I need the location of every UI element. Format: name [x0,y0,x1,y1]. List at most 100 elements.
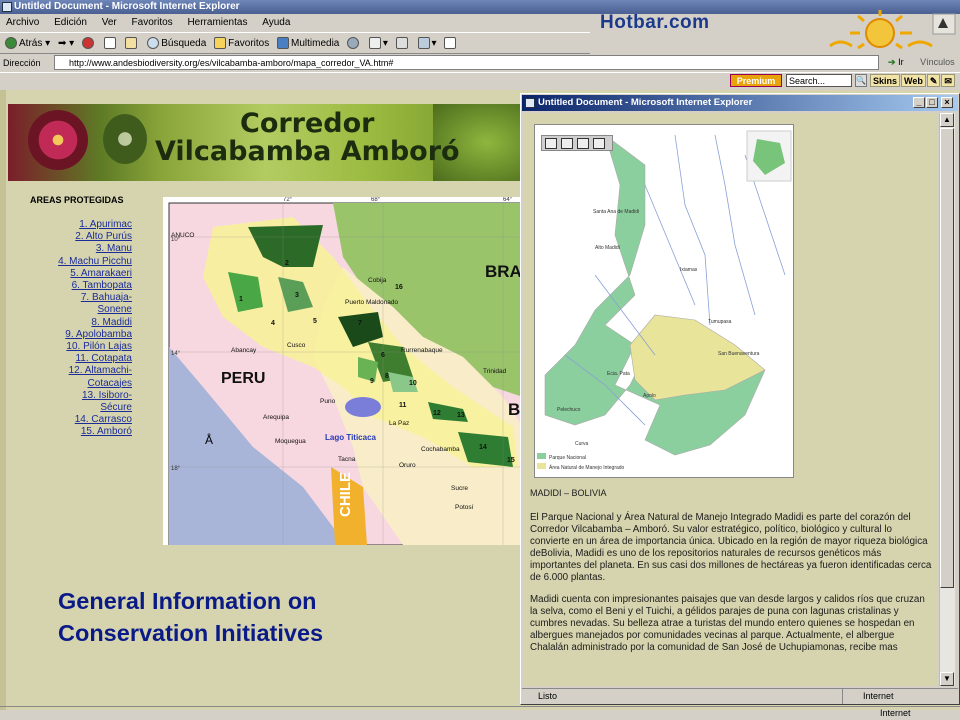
area-link[interactable]: 2. Alto Purús [28,231,132,243]
map-country-label: CHILE [337,472,354,517]
save-image-icon[interactable] [545,138,557,149]
multimedia-icon [277,37,289,50]
area-link[interactable]: Sonene [28,304,132,316]
minimize-button[interactable]: _ [913,97,925,108]
map-country-label: PERU [221,370,265,387]
hotbar-search-icon[interactable]: 🔍 [855,74,867,87]
popup-title-bar[interactable]: Untitled Document - Microsoft Internet E… [522,95,958,111]
web-button[interactable]: Web [901,74,926,87]
map-country-label: B [508,400,520,419]
popup-map-place: Pelechuco [557,407,581,413]
folder-image-icon[interactable] [593,138,605,149]
maximize-button[interactable]: □ [926,97,938,108]
menu-edicion[interactable]: Edición [54,17,87,28]
menu-archivo[interactable]: Archivo [6,17,39,28]
menu-ver[interactable]: Ver [102,17,117,28]
map-lon-tick: 64° [503,197,513,203]
search-button[interactable]: Búsqueda [147,33,206,55]
popup-status-bar: Listo Internet [522,688,958,704]
ie-icon [2,2,12,12]
area-link[interactable]: 9. Apolobamba [28,329,132,341]
menu-ayuda[interactable]: Ayuda [262,17,290,28]
menu-herramientas[interactable]: Herramientas [187,17,247,28]
area-link[interactable]: 7. Bahuaja- [28,292,132,304]
description-paragraph: El Parque Nacional y Área Natural de Man… [530,512,932,583]
toolbar: Atrás ▾ ➡ ▾ Búsqueda Favoritos Multimedi… [0,32,590,54]
madidi-map[interactable]: Santa Ana de Madidi Alto Madidi Ixiamas … [534,124,794,478]
info-heading-line1: General Information on [58,588,317,614]
description-paragraph: Madidi cuenta con impresionantes paisaje… [530,594,925,654]
links-label[interactable]: Vínculos [920,57,955,67]
favorites-button[interactable]: Favoritos [214,33,269,55]
area-link[interactable]: 3. Manu [28,243,132,255]
home-icon [125,37,138,50]
skins-button[interactable]: Skins [870,74,901,87]
map-place: Cochabamba [421,446,460,453]
print-button[interactable] [395,33,410,55]
mail-button[interactable]: ▾ [368,33,388,55]
map-place: Potosí [455,504,474,511]
area-link[interactable]: Cotacajes [28,378,132,390]
area-link[interactable]: 11. Cotapata [28,353,132,365]
back-arrow-icon [5,37,17,50]
popup-zone-label: Internet [863,691,894,701]
main-zone-label: Internet [880,708,911,718]
scroll-down-icon[interactable]: ▼ [940,672,954,686]
history-icon [347,37,360,50]
go-arrow-icon: ➔ [888,57,896,67]
go-button[interactable]: ➔ Ir Vínculos [888,55,955,70]
area-link[interactable]: 10. Pilón Lajas [28,341,132,353]
hotbar-extra-icon[interactable]: ✎ [926,74,941,87]
area-link[interactable]: 14. Carrasco [28,414,132,426]
scroll-up-icon[interactable]: ▲ [940,113,954,127]
popup-legend-item: Parque Nacional [549,455,586,461]
favorites-icon [214,37,227,50]
close-button[interactable]: × [941,97,953,108]
search-icon [147,37,160,50]
area-link[interactable]: 5. Amarakaeri [28,268,132,280]
area-link[interactable]: 13. Isiboro- [28,390,132,402]
menu-favoritos[interactable]: Favoritos [132,17,173,28]
map-lat-tick: 14° [171,351,181,357]
image-toolbar [541,135,613,151]
history-button[interactable] [347,33,361,55]
map-lon-tick: 72° [283,197,293,203]
home-button[interactable] [125,33,139,55]
print-image-icon[interactable] [561,138,573,149]
hotbar-extra2-icon[interactable]: ✉ [941,74,955,87]
area-link[interactable]: 4. Machu Picchu [28,256,132,268]
main-status-bar: Internet [0,706,960,720]
popup-map-place: Alto Madidi [595,245,620,251]
hotbar-search-input[interactable]: Search... [786,74,852,87]
stop-button[interactable] [81,33,96,55]
area-link[interactable]: 8. Madidi [28,317,132,329]
hotbar-logo[interactable]: Hotbar.com [600,12,710,34]
forward-button[interactable]: ➡ ▾ [58,33,74,55]
corridor-map[interactable]: 72° 68° 64° 10° 14° 18° PERU CHILE BRA B… [163,197,524,546]
premium-button[interactable]: Premium [730,74,782,87]
back-button[interactable]: Atrás ▾ [5,33,50,55]
edit-button[interactable]: ▾ [417,33,437,55]
map-lat-tick: 18° [171,466,181,472]
area-link[interactable]: 15. Amboró [28,426,132,438]
map-area-number: 2 [285,260,289,267]
map-area-number: 12 [433,410,441,417]
map-area-number: 14 [479,444,487,451]
area-link[interactable]: Sécure [28,402,132,414]
area-link[interactable]: 6. Tambopata [28,280,132,292]
map-place: Lago Titicaca [325,433,377,442]
area-link[interactable]: 12. Altamachi- [28,365,132,377]
discuss-button[interactable] [444,33,458,55]
map-place: Tacna [338,456,356,463]
mail-image-icon[interactable] [577,138,589,149]
scroll-thumb[interactable] [940,128,954,588]
map-place: Cobija [368,277,387,284]
address-input[interactable]: http://www.andesbiodiversity.org/es/vilc… [54,55,879,70]
madidi-title: MADIDI – BOLIVIA [530,488,607,498]
map-area-number: 9 [370,378,374,385]
map-area-number: 15 [507,457,515,464]
map-place: Oruro [399,462,416,469]
area-link[interactable]: 1. Apurimac [28,219,132,231]
multimedia-button[interactable]: Multimedia [277,33,339,55]
refresh-button[interactable] [103,33,118,55]
